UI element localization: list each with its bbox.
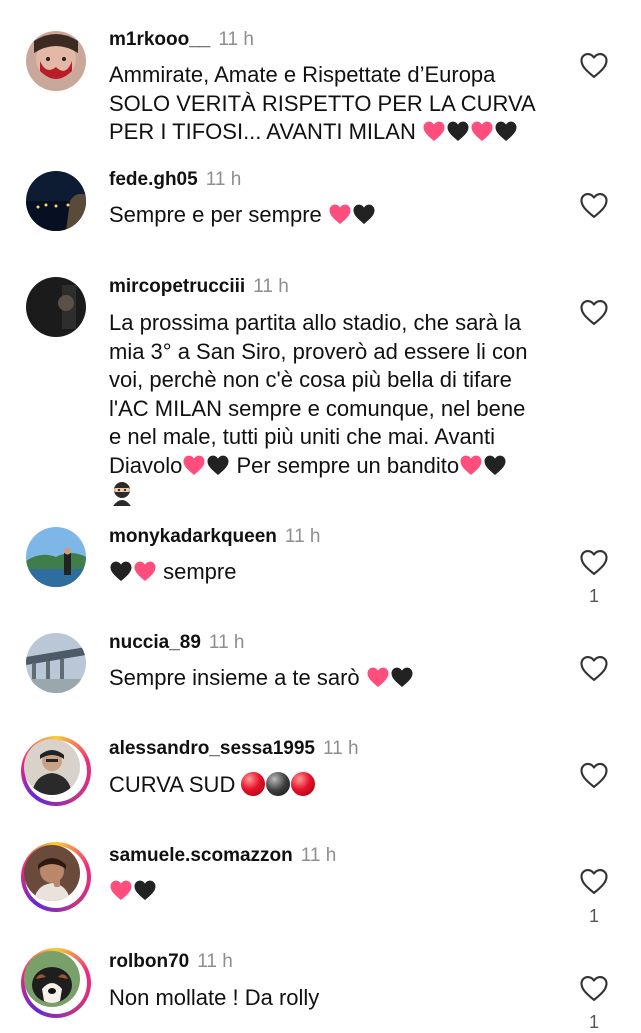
pink-heart-emoji (470, 120, 494, 142)
comment-text: Sempre e per sempre (109, 201, 554, 230)
username[interactable]: monykadarkqueen (109, 526, 277, 547)
pink-heart-emoji (366, 666, 390, 688)
like-heart-icon[interactable] (579, 974, 609, 1002)
black-heart-emoji (446, 120, 470, 142)
pink-heart-emoji (182, 454, 206, 476)
black-heart-emoji (206, 454, 230, 476)
ninja-emoji (113, 482, 131, 506)
username[interactable]: alessandro_sessa1995 (109, 738, 315, 759)
avatar[interactable] (26, 277, 86, 337)
timestamp: 11 h (253, 276, 289, 297)
avatar[interactable] (26, 633, 86, 693)
like-heart-icon[interactable] (579, 51, 609, 79)
timestamp: 11 h (197, 951, 233, 972)
black-heart-emoji (390, 666, 414, 688)
timestamp: 11 h (205, 169, 242, 190)
comment-text: Non mollate ! Da rolly (109, 985, 320, 1010)
comment-text: Ammirate, Amate e Rispettate d’Europa SO… (109, 62, 536, 144)
like-heart-icon[interactable] (579, 867, 609, 895)
comment-text: CURVA SUD (109, 771, 554, 800)
comment-text: sempre (109, 558, 554, 587)
avatar[interactable] (26, 31, 86, 91)
timestamp: 11 h (323, 738, 359, 759)
username[interactable]: mircopetrucciii (109, 276, 245, 297)
red-circle-emoji (241, 772, 266, 796)
username[interactable]: samuele.scomazzon (109, 845, 293, 866)
pink-heart-emoji (133, 560, 157, 582)
like-count: 1 (588, 1012, 599, 1032)
username[interactable]: nuccia_89 (109, 632, 201, 653)
like-count: 1 (588, 586, 599, 606)
black-circle-emoji (266, 772, 291, 796)
comment-text (109, 877, 554, 906)
red-circle-emoji (291, 772, 316, 796)
comment-text: Sempre insieme a te sarò (109, 664, 554, 693)
avatar-story-ring[interactable] (21, 948, 91, 1018)
timestamp: 11 h (218, 29, 254, 50)
pink-heart-emoji (459, 454, 483, 476)
comment-text: La prossima partita allo stadio, che sar… (109, 309, 554, 509)
like-count: 1 (588, 906, 599, 926)
black-heart-emoji (483, 454, 507, 476)
username[interactable]: m1rkooo__ (109, 29, 210, 50)
timestamp: 11 h (300, 845, 337, 866)
like-heart-icon[interactable] (579, 654, 609, 682)
like-heart-icon[interactable] (579, 191, 609, 219)
pink-heart-emoji (422, 120, 446, 142)
avatar[interactable] (26, 171, 86, 231)
black-heart-emoji (109, 560, 133, 582)
pink-heart-emoji (109, 879, 133, 901)
timestamp: 11 h (208, 632, 245, 653)
black-heart-emoji (494, 120, 518, 142)
avatar-story-ring[interactable] (21, 736, 91, 806)
avatar-story-ring[interactable] (21, 842, 91, 912)
like-heart-icon[interactable] (579, 761, 609, 789)
like-heart-icon[interactable] (579, 298, 609, 326)
black-heart-emoji (352, 203, 376, 225)
black-heart-emoji (133, 879, 157, 901)
timestamp: 11 h (284, 526, 321, 547)
pink-heart-emoji (328, 203, 352, 225)
like-heart-icon[interactable] (579, 548, 609, 576)
username[interactable]: rolbon70 (109, 951, 189, 972)
avatar[interactable] (26, 527, 86, 587)
username[interactable]: fede.gh05 (109, 169, 198, 190)
